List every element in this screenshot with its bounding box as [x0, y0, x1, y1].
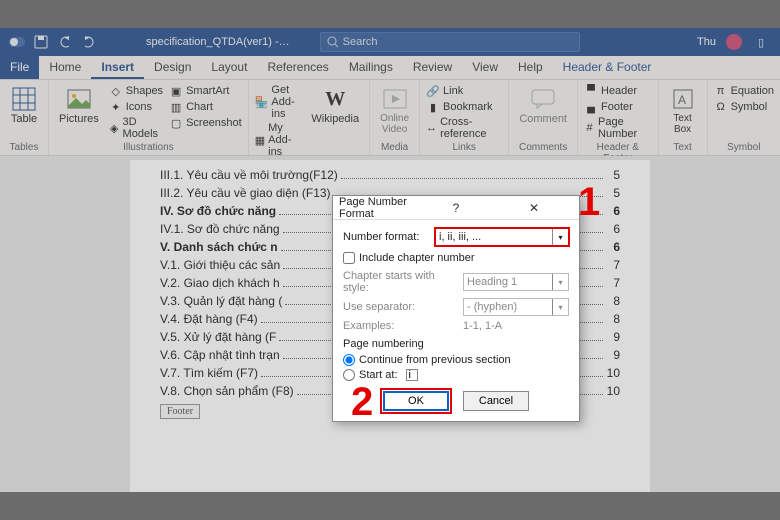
- chevron-down-icon: ▾: [552, 299, 568, 315]
- cancel-button[interactable]: Cancel: [463, 391, 529, 411]
- annotation-1: 1: [578, 180, 600, 225]
- chevron-down-icon: ▾: [552, 274, 568, 290]
- help-button[interactable]: ?: [417, 201, 495, 215]
- include-chapter-checkbox[interactable]: [343, 252, 355, 264]
- ok-button[interactable]: OK: [383, 391, 449, 411]
- chapter-style-combo: Heading 1▾: [463, 273, 569, 291]
- examples-value: 1-1, 1-A: [463, 320, 502, 332]
- startat-input[interactable]: [406, 369, 418, 381]
- dialog-title: Page Number Format: [339, 196, 417, 220]
- page-numbering-section: Page numbering: [343, 338, 569, 350]
- separator-label: Use separator:: [343, 301, 463, 313]
- separator-combo: - (hyphen)▾: [463, 298, 569, 316]
- include-chapter-label: Include chapter number: [359, 252, 475, 264]
- continue-label: Continue from previous section: [359, 354, 511, 366]
- chevron-down-icon: ▾: [552, 229, 568, 245]
- examples-label: Examples:: [343, 320, 463, 332]
- annotation-2: 2: [351, 380, 373, 425]
- continue-radio[interactable]: [343, 354, 355, 366]
- close-button[interactable]: ✕: [495, 201, 573, 215]
- number-format-combo[interactable]: i, ii, iii, ... ▾: [435, 228, 569, 246]
- chapter-style-label: Chapter starts with style:: [343, 270, 463, 294]
- number-format-label: Number format:: [343, 231, 435, 243]
